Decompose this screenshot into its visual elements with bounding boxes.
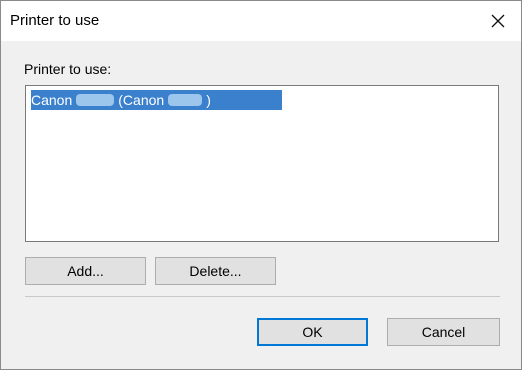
delete-button[interactable]: Delete...: [155, 257, 276, 285]
list-item[interactable]: Canon (Canon ): [31, 90, 282, 110]
dialog-title: Printer to use: [10, 12, 100, 29]
title-bar: Printer to use: [1, 1, 521, 41]
close-icon: [491, 14, 505, 28]
printer-list-label: Printer to use:: [24, 61, 112, 77]
ok-button[interactable]: OK: [257, 318, 368, 346]
separator: [25, 296, 500, 297]
redacted-model: [76, 94, 115, 106]
add-button[interactable]: Add...: [25, 257, 146, 285]
close-button[interactable]: [475, 1, 521, 41]
printer-suffix: ): [206, 92, 211, 108]
printer-to-use-dialog: Printer to use Printer to use: Canon (Ca…: [0, 0, 522, 370]
printer-listbox[interactable]: Canon (Canon ): [25, 85, 499, 242]
redacted-driver-model: [168, 94, 203, 106]
printer-name: Canon: [31, 92, 73, 108]
printer-driver: (Canon: [118, 92, 165, 108]
cancel-button[interactable]: Cancel: [387, 318, 500, 346]
